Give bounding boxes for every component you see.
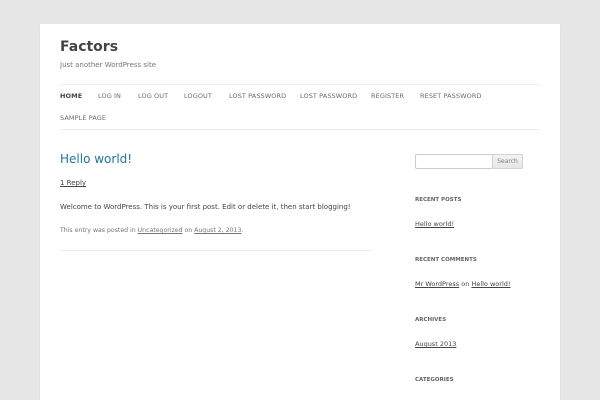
comment-author-link[interactable]: Mr WordPress xyxy=(415,280,459,288)
comment-on: on xyxy=(461,280,470,288)
nav-item-logout[interactable]: Logout xyxy=(184,92,212,100)
reply-link[interactable]: 1 Reply xyxy=(60,179,86,187)
post-content: Welcome to WordPress. This is your first… xyxy=(60,203,351,211)
post-title[interactable]: Hello world! xyxy=(60,152,132,166)
comment-post-link[interactable]: Hello world! xyxy=(471,280,510,288)
categories-title: Categories xyxy=(415,377,454,383)
nav-item-lost-password-2[interactable]: Lost Password xyxy=(300,92,357,100)
recent-post-link[interactable]: Hello world! xyxy=(415,220,454,228)
post-meta: This entry was posted in Uncategorized o… xyxy=(60,227,243,234)
meta-on: on xyxy=(184,227,193,234)
meta-prefix: This entry was posted in xyxy=(60,227,136,234)
nav-item-sample-page[interactable]: Sample Page xyxy=(60,114,106,122)
nav-item-register[interactable]: Register xyxy=(371,92,404,100)
recent-posts-title: Recent Posts xyxy=(415,197,462,203)
nav-item-reset-password[interactable]: Reset Password xyxy=(420,92,482,100)
meta-suffix: . xyxy=(241,227,244,234)
nav-item-home[interactable]: Home xyxy=(60,92,82,100)
recent-comment: Mr WordPress on Hello world! xyxy=(415,280,510,288)
site-description: Just another WordPress site xyxy=(60,61,157,69)
site-title[interactable]: Factors xyxy=(60,39,118,55)
recent-comments-title: Recent Comments xyxy=(415,257,477,263)
search-button[interactable]: Search xyxy=(492,154,523,169)
main-navigation: Home Log in Log out Logout Lost Password… xyxy=(60,84,540,130)
search-input[interactable] xyxy=(415,154,493,169)
archives-title: Archives xyxy=(415,317,447,323)
page-container: Factors Just another WordPress site Home… xyxy=(40,24,560,400)
category-link[interactable]: Uncategorized xyxy=(138,227,183,234)
nav-item-log-in[interactable]: Log in xyxy=(98,92,121,100)
post-divider xyxy=(60,250,372,251)
date-link[interactable]: August 2, 2013 xyxy=(194,227,241,234)
nav-item-lost-password[interactable]: Lost Password xyxy=(229,92,286,100)
nav-item-log-out[interactable]: Log out xyxy=(138,92,168,100)
archive-link[interactable]: August 2013 xyxy=(415,340,456,348)
